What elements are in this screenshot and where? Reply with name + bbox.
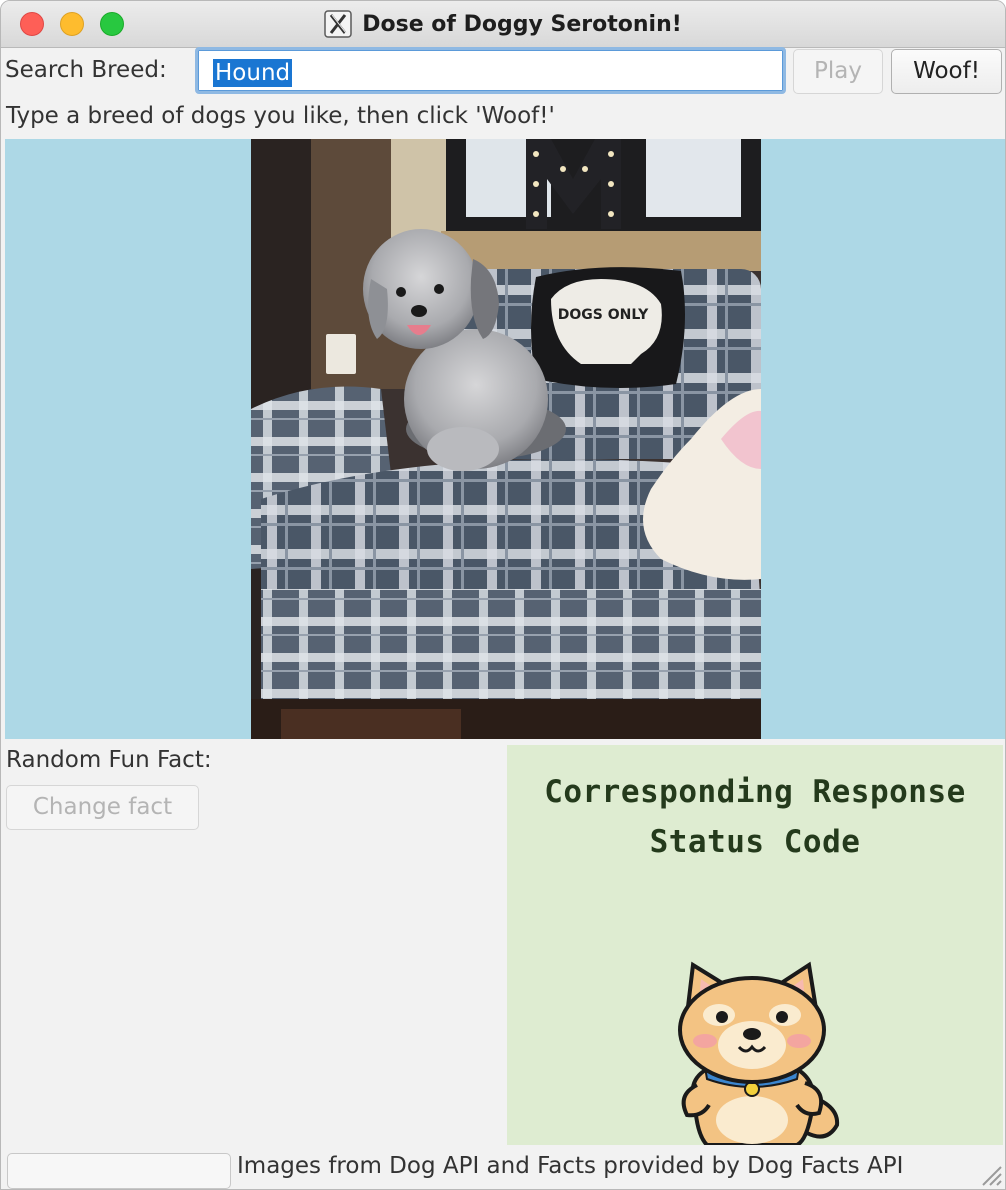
x11-app-icon <box>324 10 352 38</box>
dog-photo: DOGS ONLY <box>251 139 761 739</box>
play-button[interactable]: Play <box>793 49 883 94</box>
woof-button[interactable]: Woof! <box>891 49 1002 94</box>
pillow-text: DOGS ONLY <box>558 307 649 323</box>
search-breed-label: Search Breed: <box>5 57 167 83</box>
progress-field[interactable] <box>7 1153 231 1189</box>
app-window: Dose of Doggy Serotonin! Search Breed: H… <box>0 0 1006 1190</box>
fun-fact-label: Random Fun Fact: <box>6 747 212 773</box>
resize-grip-icon[interactable] <box>977 1161 1003 1187</box>
dog-image-panel: DOGS ONLY <box>5 139 1005 739</box>
search-breed-value: Hound <box>213 59 293 87</box>
credits-text: Images from Dog API and Facts provided b… <box>237 1153 904 1179</box>
title-bar[interactable]: Dose of Doggy Serotonin! <box>1 1 1005 48</box>
status-code-title: Corresponding Response Status Code <box>544 774 966 860</box>
status-code-panel: Corresponding Response Status Code <box>507 745 1003 1145</box>
search-hint-text: Type a breed of dogs you like, then clic… <box>6 103 555 129</box>
change-fact-button[interactable]: Change fact <box>6 785 199 830</box>
window-title: Dose of Doggy Serotonin! <box>362 11 682 37</box>
cartoon-dog-image <box>678 961 840 1145</box>
search-breed-input[interactable]: Hound <box>195 47 786 94</box>
